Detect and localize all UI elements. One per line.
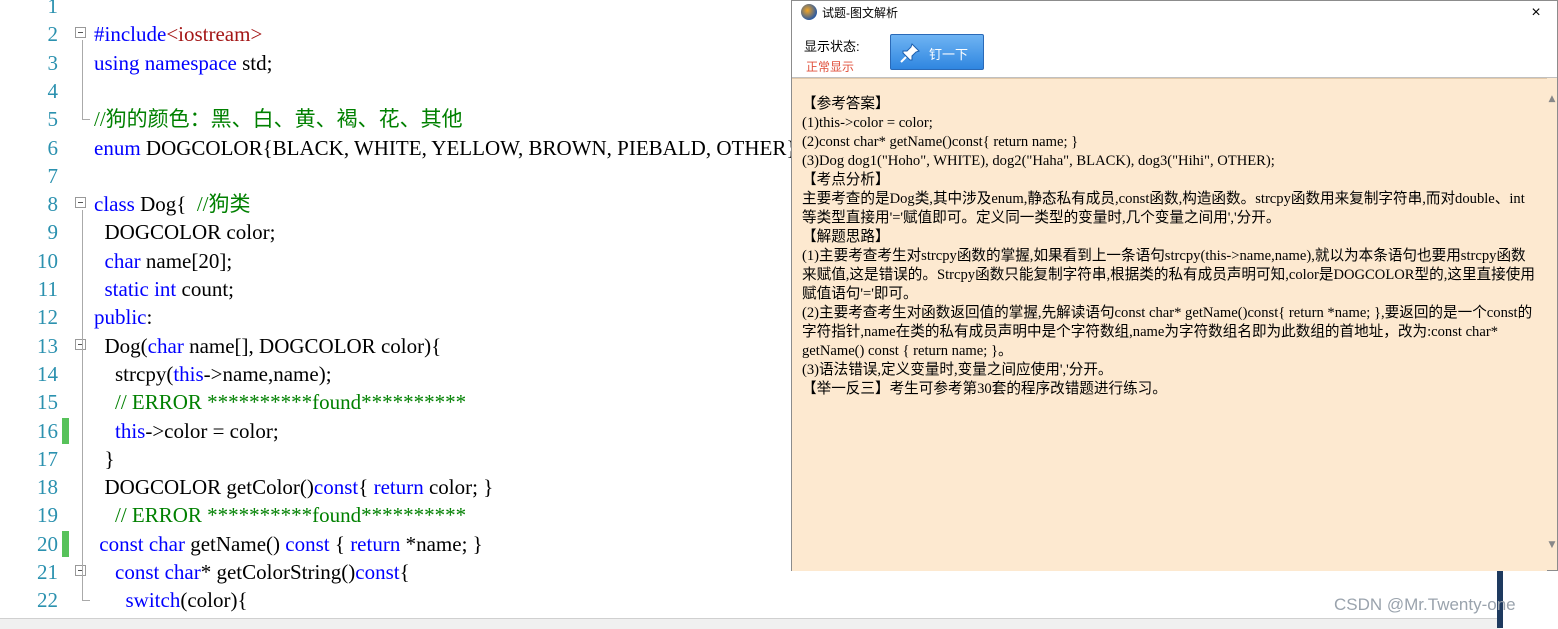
change-indicator <box>62 417 69 444</box>
analysis-paragraph: 【举一反三】考生可参考第30套的程序改错题进行练习。 <box>802 381 1167 397</box>
line-number: 9 <box>47 220 59 245</box>
dialog-title: 试题-图文解析 <box>822 6 898 20</box>
code-text: Dog(char name[], DOGCOLOR color){ <box>94 333 442 358</box>
display-status-value: 正常显示 <box>806 60 855 74</box>
analysis-paragraph: (2)const char* getName()const{ return na… <box>802 134 1079 150</box>
code-text: #include<iostream> <box>94 22 263 47</box>
line-number: 1 <box>47 0 59 18</box>
line-number: 5 <box>47 107 59 132</box>
analysis-dialog[interactable]: 试题-图文解析 × 显示状态: 正常显示 钉一下 【参考答案】 (1)this->… <box>791 0 1558 571</box>
outline-guide-end <box>82 119 90 121</box>
line-number: 8 <box>47 192 59 217</box>
pin-button-label: 钉一下 <box>929 47 969 62</box>
code-text: strcpy(this->name,name); <box>94 361 332 386</box>
collapse-icon[interactable] <box>75 197 86 209</box>
editor-horizontal-scrollbar[interactable] <box>0 618 1500 629</box>
analysis-content: 【参考答案】 (1)this->color = color; (2)const ch… <box>792 78 1547 571</box>
dialog-scrollbar[interactable]: ▲ ▼ <box>1547 78 1557 570</box>
line-number: 7 <box>47 163 59 188</box>
change-indicator <box>62 530 69 557</box>
line-number: 2 <box>47 22 59 47</box>
code-text: const char* getColorString()const{ <box>115 560 410 584</box>
line-number: 19 <box>37 503 58 528</box>
analysis-paragraph: 【解题思路】 <box>802 229 890 245</box>
code-text: class Dog{ //狗类 <box>94 192 251 217</box>
line-number: 20 <box>37 531 58 556</box>
display-status-label: 显示状态: <box>804 39 860 54</box>
pin-button[interactable]: 钉一下 <box>890 34 984 70</box>
line-number: 18 <box>37 475 58 500</box>
analysis-paragraph: 【参考答案】 <box>802 96 890 112</box>
line-number: 11 <box>37 277 58 301</box>
dialog-toolbar: 显示状态: 正常显示 钉一下 <box>792 25 1557 78</box>
code-text: switch(color){ <box>125 588 248 613</box>
close-button[interactable]: × <box>1521 1 1551 25</box>
outline-guide-end <box>82 600 90 602</box>
code-text: DOGCOLOR color; <box>94 220 276 245</box>
analysis-paragraph: 主要考查的是Dog类,其中涉及enum,静态私有成员,const函数,构造函数。… <box>802 191 1525 226</box>
line-number: 13 <box>37 333 58 358</box>
line-number: 22 <box>37 588 58 613</box>
collapse-icon[interactable] <box>75 27 86 39</box>
analysis-paragraph: (3)Dog dog1("Hoho", WHITE), dog2("Haha",… <box>802 153 1275 169</box>
code-text: public: <box>94 305 153 330</box>
line-number: 10 <box>37 248 58 273</box>
line-number: 21 <box>37 560 58 584</box>
collapse-icon[interactable] <box>75 565 86 576</box>
analysis-paragraph: 【考点分析】 <box>802 172 890 188</box>
code-text: this->color = color; <box>115 418 279 443</box>
app-logo-icon <box>801 4 817 20</box>
scroll-down-icon[interactable]: ▼ <box>1547 540 1557 550</box>
collapse-icon[interactable] <box>75 338 86 350</box>
pin-icon <box>900 43 920 63</box>
code-text: // ERROR **********found********** <box>115 390 467 415</box>
code-text: using namespace std; <box>94 50 273 75</box>
scroll-up-icon[interactable]: ▲ <box>1547 94 1557 104</box>
dialog-titlebar[interactable]: 试题-图文解析 × <box>792 1 1557 25</box>
code-text: // ERROR **********found********** <box>115 503 467 528</box>
code-text: } <box>94 446 115 471</box>
outline-guide <box>82 210 83 601</box>
code-text: char name[20]; <box>104 248 233 273</box>
line-number: 4 <box>47 78 59 103</box>
analysis-paragraph: (2)主要考查考生对函数返回值的掌握,先解读语句const char* getN… <box>802 305 1533 359</box>
line-number: 6 <box>47 135 59 160</box>
code-text: DOGCOLOR getColor()const{ return color; … <box>94 475 494 500</box>
code-line[interactable]: 22 switch(color){ <box>0 586 1558 614</box>
code-text: enum DOGCOLOR{BLACK, WHITE, YELLOW, BROW… <box>94 135 803 160</box>
watermark: CSDN @Mr.Twenty-one <box>1334 595 1516 614</box>
line-number: 15 <box>37 390 58 415</box>
line-number: 12 <box>37 305 58 330</box>
line-number: 14 <box>37 361 58 386</box>
analysis-text: 【参考答案】 (1)this->color = color; (2)const ch… <box>802 95 1537 399</box>
analysis-paragraph: (1)主要考查考生对strcpy函数的掌握,如果看到上一条语句strcpy(th… <box>802 248 1535 302</box>
analysis-paragraph: (1)this->color = color; <box>802 115 933 131</box>
line-number: 16 <box>37 418 58 443</box>
line-number: 3 <box>47 50 59 75</box>
code-text: static int count; <box>104 277 235 301</box>
code-text: //狗的颜色：黑、白、黄、褐、花、其他 <box>94 107 463 132</box>
line-number: 17 <box>37 446 58 471</box>
outline-guide <box>82 40 83 120</box>
code-text: const char getName() const { return *nam… <box>99 531 483 556</box>
analysis-paragraph: (3)语法错误,定义变量时,变量之间应使用','分开。 <box>802 362 1113 378</box>
